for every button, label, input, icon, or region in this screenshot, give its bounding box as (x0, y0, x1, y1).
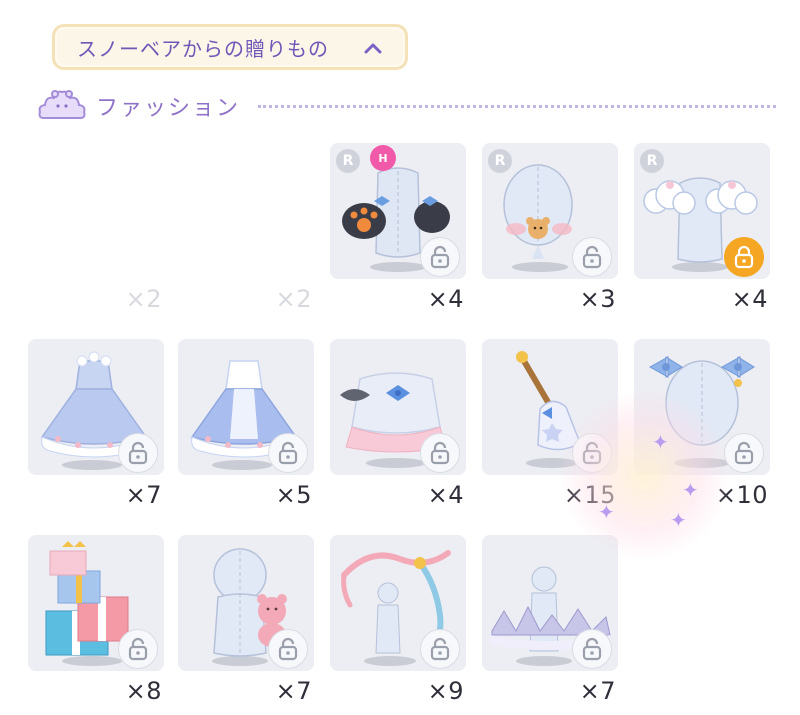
item-count: ×3 (579, 285, 616, 313)
lock-icon[interactable] (572, 629, 612, 669)
item-card[interactable]: ×5 (178, 339, 314, 509)
item-card[interactable]: ×15 (482, 339, 618, 509)
lock-icon[interactable] (118, 433, 158, 473)
lock-icon[interactable] (268, 629, 308, 669)
item-card[interactable]: ×7 (178, 535, 314, 705)
item-count: ×2 (275, 285, 312, 313)
item-card[interactable]: ×9 (330, 535, 466, 705)
lock-icon[interactable] (572, 433, 612, 473)
item-card[interactable]: ×8 (28, 535, 164, 705)
item-card[interactable]: ×2 (28, 143, 164, 313)
sparkle-icon: ✦ (598, 500, 615, 524)
sparkle-icon: ✦ (670, 508, 687, 532)
item-count: ×4 (427, 481, 464, 509)
lock-icon[interactable] (420, 237, 460, 277)
rarity-badge: R (336, 149, 360, 173)
lock-icon[interactable] (724, 433, 764, 473)
item-tile (634, 339, 770, 475)
item-tile (330, 339, 466, 475)
item-tile (28, 143, 164, 279)
item-card[interactable]: R ×4 (634, 143, 770, 313)
item-tile (178, 143, 314, 279)
rarity-badge: R (640, 149, 664, 173)
item-tile: R H (330, 143, 466, 279)
gift-section-title: スノーベアからの贈りもの (77, 36, 329, 61)
item-count: ×9 (427, 677, 464, 705)
item-count: ×7 (275, 677, 312, 705)
item-card[interactable]: ×2 (178, 143, 314, 313)
item-count: ×7 (579, 677, 616, 705)
sparkle-icon: ✦ (682, 478, 699, 502)
fashion-section-header: ファッション (36, 86, 776, 126)
item-count: ×7 (125, 481, 162, 509)
item-tile (178, 535, 314, 671)
item-card[interactable]: ×10 (634, 339, 770, 509)
item-tile (178, 339, 314, 475)
dotted-divider (258, 105, 776, 108)
item-count: ×4 (731, 285, 768, 313)
item-tile (482, 535, 618, 671)
item-tile (28, 535, 164, 671)
item-tile (482, 339, 618, 475)
item-count: ×8 (125, 677, 162, 705)
item-tile: R (634, 143, 770, 279)
item-tile (28, 339, 164, 475)
item-card[interactable]: ×7 (28, 339, 164, 509)
lock-icon[interactable] (268, 433, 308, 473)
item-count: ×2 (125, 285, 162, 313)
item-count: ×10 (715, 481, 768, 509)
chevron-up-icon[interactable] (363, 39, 383, 61)
item-tile (330, 535, 466, 671)
item-card[interactable]: ×4 (330, 339, 466, 509)
sparkle-icon: ✦ (652, 430, 669, 454)
item-count: ×4 (427, 285, 464, 313)
lock-icon[interactable] (724, 237, 764, 277)
lock-icon[interactable] (420, 629, 460, 669)
rarity-badge: R (488, 149, 512, 173)
item-card[interactable]: R H ×4 (330, 143, 466, 313)
gift-section-header[interactable]: スノーベアからの贈りもの (52, 24, 408, 70)
item-card[interactable]: ×7 (482, 535, 618, 705)
item-tile: R (482, 143, 618, 279)
lock-icon[interactable] (572, 237, 612, 277)
item-card[interactable]: R ×3 (482, 143, 618, 313)
special-badge: H (370, 145, 396, 171)
lock-icon[interactable] (420, 433, 460, 473)
bear-cloud-icon (36, 88, 88, 128)
item-count: ×5 (275, 481, 312, 509)
fashion-section-title: ファッション (96, 96, 241, 121)
lock-icon[interactable] (118, 629, 158, 669)
